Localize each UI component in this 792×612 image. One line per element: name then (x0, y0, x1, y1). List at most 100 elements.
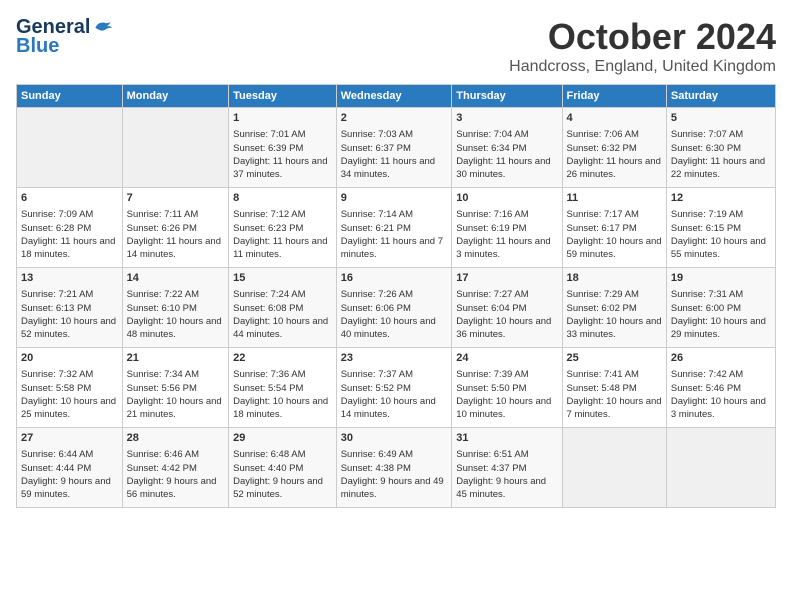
sunrise: Sunrise: 7:27 AM (456, 289, 528, 300)
calendar-cell: 1Sunrise: 7:01 AMSunset: 6:39 PMDaylight… (229, 108, 337, 188)
daylight: Daylight: 9 hours and 56 minutes. (127, 476, 217, 500)
sunset: Sunset: 5:46 PM (671, 383, 741, 394)
sunrise: Sunrise: 6:49 AM (341, 449, 413, 460)
daylight: Daylight: 10 hours and 48 minutes. (127, 316, 222, 340)
calendar-header-row: SundayMondayTuesdayWednesdayThursdayFrid… (17, 85, 776, 108)
day-number: 6 (21, 191, 118, 206)
day-number: 8 (233, 191, 332, 206)
sunset: Sunset: 4:40 PM (233, 463, 303, 474)
daylight: Daylight: 11 hours and 14 minutes. (127, 236, 221, 260)
calendar-cell: 29 Sunrise: 6:48 AM Sunset: 4:40 PM Dayligh… (229, 428, 337, 508)
calendar-cell (17, 108, 123, 188)
calendar-cell: 19Sunrise: 7:31 AMSunset: 6:00 PMDayligh… (666, 268, 775, 348)
sunrise: Sunrise: 7:29 AM (567, 289, 639, 300)
daylight: Daylight: 11 hours and 34 minutes. (341, 156, 435, 180)
day-number: 3 (456, 111, 557, 126)
calendar-cell: 3Sunrise: 7:04 AMSunset: 6:34 PMDaylight… (452, 108, 562, 188)
calendar-cell: 10Sunrise: 7:16 AMSunset: 6:19 PMDayligh… (452, 188, 562, 268)
title-section: October 2024 Handcross, England, United … (509, 16, 776, 76)
day-number: 19 (671, 271, 771, 286)
day-number: 27 (21, 431, 118, 446)
day-number: 24 (456, 351, 557, 366)
day-number: 22 (233, 351, 332, 366)
sunrise: Sunrise: 7:32 AM (21, 369, 93, 380)
sunset: Sunset: 5:58 PM (21, 383, 91, 394)
sunset: Sunset: 4:38 PM (341, 463, 411, 474)
calendar-cell: 8Sunrise: 7:12 AMSunset: 6:23 PMDaylight… (229, 188, 337, 268)
sunset: Sunset: 6:06 PM (341, 303, 411, 314)
daylight: Daylight: 10 hours and 25 minutes. (21, 396, 116, 420)
day-number: 9 (341, 191, 448, 206)
calendar-cell: 4Sunrise: 7:06 AMSunset: 6:32 PMDaylight… (562, 108, 666, 188)
sunset: Sunset: 4:42 PM (127, 463, 197, 474)
sunrise: Sunrise: 7:14 AM (341, 209, 413, 220)
calendar-cell: 21Sunrise: 7:34 AMSunset: 5:56 PMDayligh… (122, 348, 229, 428)
sunset: Sunset: 6:10 PM (127, 303, 197, 314)
calendar-week-row: 1Sunrise: 7:01 AMSunset: 6:39 PMDaylight… (17, 108, 776, 188)
sunrise: Sunrise: 6:48 AM (233, 449, 305, 460)
calendar-cell: 20Sunrise: 7:32 AMSunset: 5:58 PMDayligh… (17, 348, 123, 428)
sunrise: Sunrise: 6:51 AM (456, 449, 528, 460)
sunrise: Sunrise: 7:42 AM (671, 369, 743, 380)
sunset: Sunset: 4:37 PM (456, 463, 526, 474)
sunrise: Sunrise: 7:24 AM (233, 289, 305, 300)
sunrise: Sunrise: 7:19 AM (671, 209, 743, 220)
calendar-cell: 17Sunrise: 7:27 AMSunset: 6:04 PMDayligh… (452, 268, 562, 348)
daylight: Daylight: 11 hours and 18 minutes. (21, 236, 115, 260)
sunset: Sunset: 6:13 PM (21, 303, 91, 314)
sunset: Sunset: 6:21 PM (341, 223, 411, 234)
day-number: 17 (456, 271, 557, 286)
daylight: Daylight: 10 hours and 14 minutes. (341, 396, 436, 420)
daylight: Daylight: 10 hours and 29 minutes. (671, 316, 766, 340)
day-number: 7 (127, 191, 225, 206)
sunset: Sunset: 6:28 PM (21, 223, 91, 234)
sunrise: Sunrise: 7:26 AM (341, 289, 413, 300)
day-number: 11 (567, 191, 662, 206)
day-number: 28 (127, 431, 225, 446)
daylight: Daylight: 9 hours and 49 minutes. (341, 476, 444, 500)
day-number: 12 (671, 191, 771, 206)
daylight: Daylight: 10 hours and 7 minutes. (567, 396, 662, 420)
daylight: Daylight: 11 hours and 3 minutes. (456, 236, 550, 260)
calendar-cell: 14Sunrise: 7:22 AMSunset: 6:10 PMDayligh… (122, 268, 229, 348)
day-number: 18 (567, 271, 662, 286)
calendar-cell: 12Sunrise: 7:19 AMSunset: 6:15 PMDayligh… (666, 188, 775, 268)
day-number: 14 (127, 271, 225, 286)
daylight: Daylight: 9 hours and 52 minutes. (233, 476, 323, 500)
sunset: Sunset: 6:39 PM (233, 143, 303, 154)
logo-bird-icon (92, 18, 112, 38)
day-number: 26 (671, 351, 771, 366)
daylight: Daylight: 10 hours and 59 minutes. (567, 236, 662, 260)
calendar-cell: 18Sunrise: 7:29 AMSunset: 6:02 PMDayligh… (562, 268, 666, 348)
day-header-friday: Friday (562, 85, 666, 108)
daylight: Daylight: 10 hours and 21 minutes. (127, 396, 222, 420)
daylight: Daylight: 11 hours and 7 minutes. (341, 236, 443, 260)
day-header-saturday: Saturday (666, 85, 775, 108)
daylight: Daylight: 10 hours and 40 minutes. (341, 316, 436, 340)
sunset: Sunset: 6:15 PM (671, 223, 741, 234)
sunset: Sunset: 6:17 PM (567, 223, 637, 234)
sunrise: Sunrise: 7:11 AM (127, 209, 199, 220)
calendar-cell (666, 428, 775, 508)
daylight: Daylight: 10 hours and 3 minutes. (671, 396, 766, 420)
calendar-cell: 9 Sunrise: 7:14 AM Sunset: 6:21 PM Daylight… (336, 188, 452, 268)
day-header-tuesday: Tuesday (229, 85, 337, 108)
day-number: 13 (21, 271, 118, 286)
sunset: Sunset: 4:44 PM (21, 463, 91, 474)
sunset: Sunset: 6:32 PM (567, 143, 637, 154)
sunrise: Sunrise: 7:41 AM (567, 369, 639, 380)
calendar-cell: 11Sunrise: 7:17 AMSunset: 6:17 PMDayligh… (562, 188, 666, 268)
calendar-week-row: 6Sunrise: 7:09 AMSunset: 6:28 PMDaylight… (17, 188, 776, 268)
day-number: 23 (341, 351, 448, 366)
daylight: Daylight: 10 hours and 10 minutes. (456, 396, 551, 420)
sunrise: Sunrise: 7:37 AM (341, 369, 413, 380)
sunrise: Sunrise: 7:01 AM (233, 129, 305, 140)
day-number: 10 (456, 191, 557, 206)
sunrise: Sunrise: 7:36 AM (233, 369, 305, 380)
calendar-week-row: 20Sunrise: 7:32 AMSunset: 5:58 PMDayligh… (17, 348, 776, 428)
day-header-thursday: Thursday (452, 85, 562, 108)
day-number: 5 (671, 111, 771, 126)
calendar-cell: 13Sunrise: 7:21 AMSunset: 6:13 PMDayligh… (17, 268, 123, 348)
calendar-cell: 22Sunrise: 7:36 AMSunset: 5:54 PMDayligh… (229, 348, 337, 428)
day-number: 29 (233, 431, 332, 446)
